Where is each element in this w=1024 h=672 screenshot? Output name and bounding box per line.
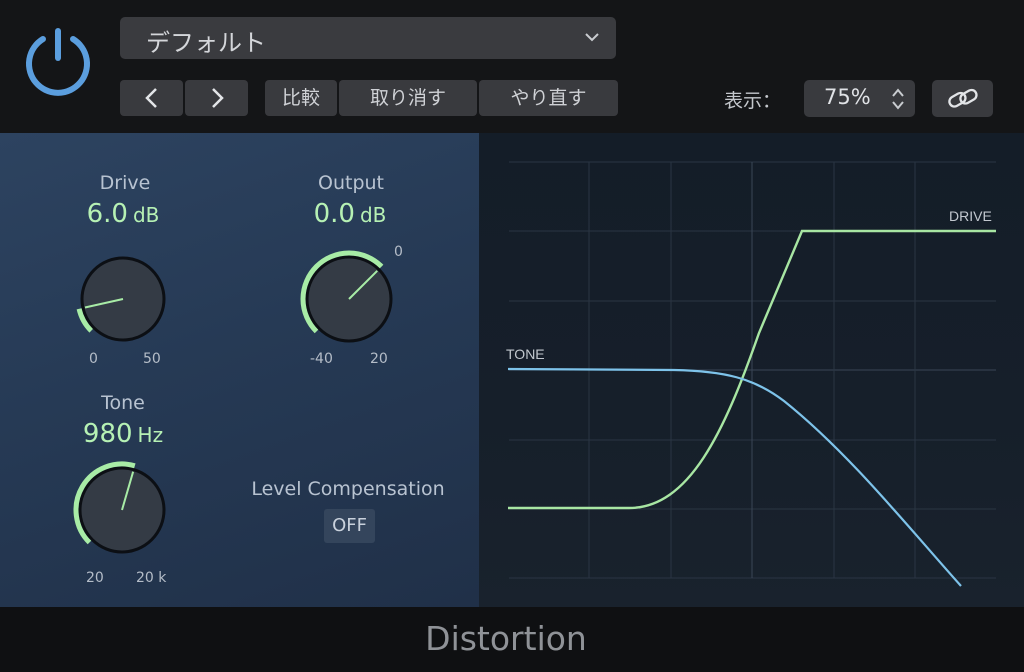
previous-preset-button[interactable]	[120, 80, 183, 116]
output-title: Output	[318, 172, 384, 194]
drive-max-label: 50	[143, 351, 161, 367]
link-button[interactable]	[932, 80, 993, 117]
tone-curve-label: TONE	[506, 346, 545, 362]
preset-name: デフォルト	[146, 29, 266, 57]
tone-value: 980 Hz	[43, 419, 203, 449]
transfer-graph: DRIVE TONE	[479, 133, 1024, 607]
undo-button[interactable]: 取り消す	[339, 80, 477, 116]
tone-unit: Hz	[137, 423, 164, 447]
output-value: 0.0 dB	[270, 199, 430, 229]
chevron-left-icon	[144, 88, 157, 108]
output-value-number: 0.0	[313, 199, 355, 229]
chevron-down-icon	[585, 33, 599, 42]
plugin-name: Distortion	[425, 619, 587, 658]
output-min-label: -40	[310, 351, 333, 367]
output-max-label: 20	[370, 351, 388, 367]
next-preset-button[interactable]	[185, 80, 248, 116]
drive-curve-label: DRIVE	[949, 208, 992, 224]
redo-button[interactable]: やり直す	[479, 80, 618, 116]
output-unit: dB	[359, 203, 387, 227]
control-panel: Drive 6.0 dB 0 50 Output 0.0 dB 0 -40 20 T…	[0, 133, 479, 607]
preset-dropdown[interactable]: デフォルト	[120, 17, 616, 59]
level-compensation-toggle[interactable]: OFF	[324, 509, 375, 543]
drive-min-label: 0	[89, 351, 98, 367]
tone-title: Tone	[101, 392, 145, 414]
drive-unit: dB	[132, 203, 160, 227]
tone-curve	[507, 367, 962, 587]
output-knob[interactable]	[298, 248, 400, 350]
drive-value: 6.0 dB	[43, 199, 203, 229]
link-icon	[948, 88, 978, 108]
drive-title: Drive	[99, 172, 151, 194]
level-compensation-title: Level Compensation	[251, 478, 445, 500]
power-icon[interactable]	[20, 22, 96, 98]
compare-button[interactable]: 比較	[265, 80, 337, 116]
tone-min-label: 20	[86, 570, 104, 586]
tone-value-number: 980	[82, 419, 133, 449]
graph-canvas: DRIVE TONE	[506, 161, 996, 587]
stepper-arrows-icon	[892, 88, 904, 110]
chevron-right-icon	[211, 88, 224, 108]
view-label: 表示：	[724, 90, 782, 112]
plugin-footer: Distortion	[0, 607, 1024, 672]
zoom-stepper[interactable]: 75%	[804, 80, 915, 117]
zoom-value: 75%	[824, 85, 871, 109]
tone-max-label: 20 k	[136, 570, 167, 586]
tone-knob[interactable]	[71, 459, 173, 561]
drive-value-number: 6.0	[86, 199, 128, 229]
drive-knob[interactable]	[73, 249, 173, 349]
output-zero-label: 0	[394, 244, 403, 260]
plugin-header: デフォルト 比較 取り消す やり直す 表示： 75%	[0, 0, 1024, 133]
